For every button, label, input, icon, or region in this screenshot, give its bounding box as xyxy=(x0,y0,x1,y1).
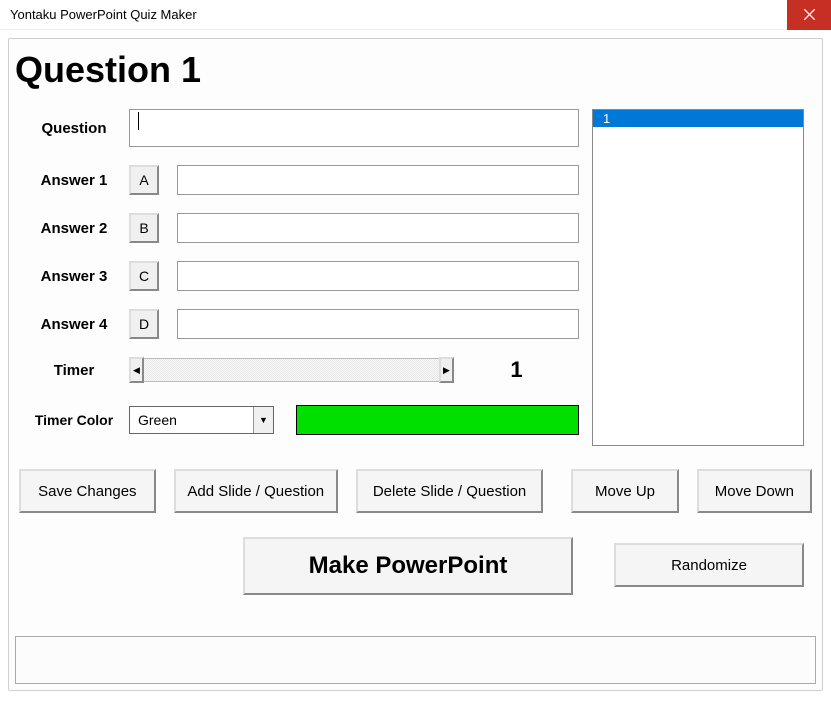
triangle-right-icon: ▶ xyxy=(443,365,450,376)
delete-slide-button[interactable]: Delete Slide / Question xyxy=(356,469,543,513)
triangle-left-icon: ◀ xyxy=(133,365,140,376)
toolbar-row: Save Changes Add Slide / Question Delete… xyxy=(19,469,812,513)
add-slide-button[interactable]: Add Slide / Question xyxy=(174,469,338,513)
timer-color-select[interactable]: Green ▼ xyxy=(129,406,274,434)
timer-value: 1 xyxy=(454,357,579,383)
answer2-label: Answer 2 xyxy=(19,220,129,237)
close-icon xyxy=(804,9,815,20)
timer-track[interactable] xyxy=(144,358,439,382)
answer4-row: Answer 4 D xyxy=(19,309,579,339)
make-powerpoint-button[interactable]: Make PowerPoint xyxy=(243,537,573,595)
answer2-input[interactable] xyxy=(177,213,579,243)
window-title: Yontaku PowerPoint Quiz Maker xyxy=(10,7,787,22)
answer3-input[interactable] xyxy=(177,261,579,291)
text-caret xyxy=(138,112,139,130)
page-title: Question 1 xyxy=(9,39,822,99)
close-button[interactable] xyxy=(787,0,831,30)
question-listbox[interactable]: 1 xyxy=(592,109,804,446)
answer3-row: Answer 3 C xyxy=(19,261,579,291)
answer1-label: Answer 1 xyxy=(19,172,129,189)
timer-color-selected: Green xyxy=(138,412,177,428)
move-down-button[interactable]: Move Down xyxy=(697,469,812,513)
titlebar: Yontaku PowerPoint Quiz Maker xyxy=(0,0,831,30)
timer-row: Timer ◀ ▶ 1 xyxy=(19,357,579,383)
randomize-button[interactable]: Randomize xyxy=(614,543,804,587)
bottom-row: Make PowerPoint Randomize xyxy=(19,537,812,595)
timer-label: Timer xyxy=(19,362,129,379)
answer4-label: Answer 4 xyxy=(19,316,129,333)
timer-slider[interactable]: ◀ ▶ xyxy=(129,357,454,383)
answer4-input[interactable] xyxy=(177,309,579,339)
form-area: Question Answer 1 A Answer 2 B Answer 3 … xyxy=(19,109,579,435)
timer-color-swatch xyxy=(296,405,579,435)
question-label: Question xyxy=(19,120,129,137)
answer3-letter-button[interactable]: C xyxy=(129,261,159,291)
chevron-down-icon: ▼ xyxy=(253,407,273,433)
timer-decrement-button[interactable]: ◀ xyxy=(129,357,144,383)
answer4-letter-button[interactable]: D xyxy=(129,309,159,339)
answer3-label: Answer 3 xyxy=(19,268,129,285)
status-bar xyxy=(15,636,816,684)
answer2-letter-button[interactable]: B xyxy=(129,213,159,243)
question-input[interactable] xyxy=(129,109,579,147)
question-row: Question xyxy=(19,109,579,147)
list-item[interactable]: 1 xyxy=(593,110,803,127)
answer1-input[interactable] xyxy=(177,165,579,195)
timer-color-label: Timer Color xyxy=(19,412,129,428)
answer1-row: Answer 1 A xyxy=(19,165,579,195)
move-up-button[interactable]: Move Up xyxy=(571,469,678,513)
timer-color-row: Timer Color Green ▼ xyxy=(19,405,579,435)
save-changes-button[interactable]: Save Changes xyxy=(19,469,156,513)
timer-increment-button[interactable]: ▶ xyxy=(439,357,454,383)
answer1-letter-button[interactable]: A xyxy=(129,165,159,195)
window-body: Question 1 Question Answer 1 A Answer 2 … xyxy=(8,38,823,691)
answer2-row: Answer 2 B xyxy=(19,213,579,243)
